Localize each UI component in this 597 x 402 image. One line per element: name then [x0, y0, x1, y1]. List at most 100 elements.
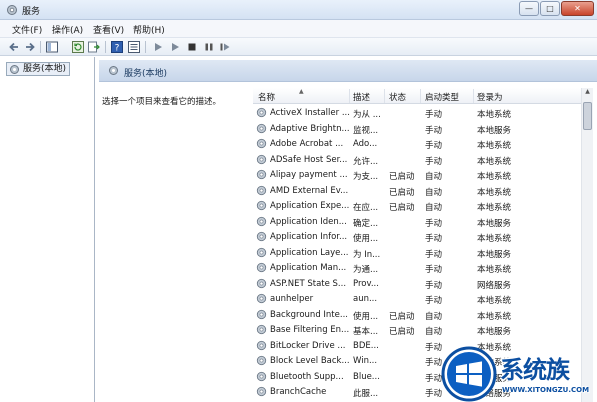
service-log-on-as: 本地系统: [477, 234, 512, 244]
service-gear-icon: [256, 231, 267, 242]
pause-service-icon[interactable]: [203, 41, 215, 53]
service-row[interactable]: ActiveX Installer ... 为从 ... 手动 本地系统: [253, 105, 581, 121]
service-startup-type: 手动: [425, 125, 443, 136]
minimize-button[interactable]: —: [519, 1, 539, 16]
service-name: aunhelper: [270, 294, 314, 304]
service-row[interactable]: Alipay payment ... 为支... 已启动 自动 本地系统: [253, 167, 581, 183]
service-row[interactable]: ADSafe Host Ser... 允许... 手动 本地系统: [253, 152, 581, 168]
service-log-on-as: 本地服务: [477, 125, 512, 136]
services-gear-icon: [10, 65, 19, 74]
service-name: Application Expe...: [270, 201, 350, 211]
service-row[interactable]: Adaptive Brightn... 监视... 手动 本地服务: [253, 121, 581, 137]
list-column-header: 名称 ▲ 描述 状态 启动类型 登录为: [253, 88, 581, 104]
service-status: 已启动: [389, 311, 415, 322]
service-log-on-as: 本地系统: [477, 187, 512, 198]
column-divider[interactable]: [384, 89, 385, 103]
watermark-brand: 系统族: [500, 356, 570, 384]
column-status[interactable]: 状态: [389, 91, 406, 103]
forward-arrow-icon[interactable]: [24, 41, 36, 53]
column-divider[interactable]: [349, 89, 350, 103]
service-name: BranchCache: [270, 387, 327, 397]
service-log-on-as: 本地系统: [477, 265, 512, 275]
service-status: 已启动: [389, 172, 415, 182]
properties-icon[interactable]: [128, 41, 140, 53]
column-description[interactable]: 描述: [353, 91, 370, 103]
service-log-on-as: 本地系统: [477, 203, 512, 213]
service-description: 为 In...: [353, 249, 381, 260]
service-gear-icon: [256, 107, 267, 118]
column-divider[interactable]: [473, 89, 474, 103]
service-startup-type: 手动: [425, 141, 443, 151]
service-status: 已启动: [389, 203, 415, 213]
service-description: Prov...: [353, 278, 379, 289]
refresh-icon[interactable]: [72, 41, 84, 53]
service-row[interactable]: Application Infor... 使用... 手动 本地系统: [253, 229, 581, 245]
service-description: Win...: [353, 356, 378, 366]
service-description: 监视...: [353, 125, 379, 136]
scroll-thumb[interactable]: [583, 102, 592, 130]
service-description: 允许...: [353, 156, 379, 167]
service-startup-type: 手动: [425, 110, 443, 120]
sort-ascending-icon: ▲: [299, 88, 304, 95]
service-row[interactable]: AMD External Ev... 已启动 自动 本地系统: [253, 183, 581, 199]
service-row[interactable]: aunhelper aun... 手动 本地系统: [253, 291, 581, 307]
column-divider[interactable]: [420, 89, 421, 103]
service-row[interactable]: ASP.NET State S... Prov... 手动 网络服务: [253, 276, 581, 292]
show-tree-icon[interactable]: [46, 41, 58, 53]
service-startup-type: 手动: [425, 265, 443, 275]
service-name: BitLocker Drive ...: [270, 340, 346, 351]
service-name: Application Iden...: [270, 216, 347, 227]
service-gear-icon: [256, 324, 267, 335]
help-icon[interactable]: ?: [111, 41, 123, 53]
svg-text:?: ?: [115, 44, 120, 54]
service-gear-icon: [256, 247, 267, 257]
start-service-icon[interactable]: [152, 41, 164, 53]
service-startup-type: 自动: [425, 187, 443, 198]
service-description: 使用...: [353, 311, 379, 322]
menu-action[interactable]: 操作(A): [52, 23, 83, 36]
service-log-on-as: 本地系统: [477, 311, 512, 322]
column-name[interactable]: 名称: [258, 91, 275, 103]
services-gear-icon: [109, 66, 118, 75]
column-log-on-as[interactable]: 登录为: [477, 91, 503, 103]
service-gear-icon: [256, 386, 267, 397]
menu-view[interactable]: 查看(V): [93, 23, 124, 36]
service-startup-type: 手动: [425, 156, 443, 167]
service-name: Application Laye...: [270, 247, 349, 258]
service-gear-icon: [256, 138, 267, 149]
service-row[interactable]: Base Filtering En... 基本... 已启动 自动 本地服务: [253, 322, 581, 338]
service-description: aun...: [353, 294, 378, 304]
service-row[interactable]: Application Man... 为通... 手动 本地系统: [253, 260, 581, 276]
service-row[interactable]: Adobe Acrobat ... Ado... 手动 本地系统: [253, 136, 581, 152]
restart-service-icon[interactable]: [219, 41, 231, 53]
service-row[interactable]: Application Iden... 确定... 手动 本地服务: [253, 214, 581, 230]
service-name: ASP.NET State S...: [270, 278, 347, 289]
service-row[interactable]: Application Expe... 在应... 已启动 自动 本地系统: [253, 198, 581, 214]
menu-file[interactable]: 文件(F): [12, 23, 42, 36]
title-bar: 服务 — □ ✕: [0, 0, 597, 20]
service-gear-icon: [256, 185, 267, 195]
service-status: 已启动: [389, 187, 415, 198]
service-description: 在应...: [353, 203, 379, 213]
service-gear-icon: [256, 154, 267, 164]
menu-help[interactable]: 帮助(H): [133, 23, 165, 36]
back-arrow-icon[interactable]: [8, 41, 20, 53]
scroll-up-icon[interactable]: ▲: [582, 88, 593, 99]
tree-node-services-local[interactable]: 服务(本地): [6, 62, 71, 76]
export-list-icon[interactable]: [88, 41, 100, 53]
column-startup-type[interactable]: 启动类型: [425, 91, 459, 103]
vertical-scrollbar[interactable]: ▲: [581, 88, 593, 402]
close-button[interactable]: ✕: [561, 1, 594, 16]
service-row[interactable]: Application Laye... 为 In... 手动 本地服务: [253, 245, 581, 261]
services-gear-icon: [7, 5, 17, 15]
stop-service-icon[interactable]: [186, 41, 198, 53]
service-name: Bluetooth Supp...: [270, 371, 344, 382]
service-startup-type: 自动: [425, 172, 443, 182]
service-description: 使用...: [353, 234, 379, 244]
start-alt-icon[interactable]: [169, 41, 181, 53]
service-row[interactable]: Background Inte... 使用... 已启动 自动 本地系统: [253, 307, 581, 323]
service-name: AMD External Ev...: [270, 185, 349, 196]
maximize-button[interactable]: □: [540, 1, 560, 16]
service-name: Block Level Back...: [270, 356, 350, 366]
tree-node-label: 服务(本地): [23, 64, 67, 74]
